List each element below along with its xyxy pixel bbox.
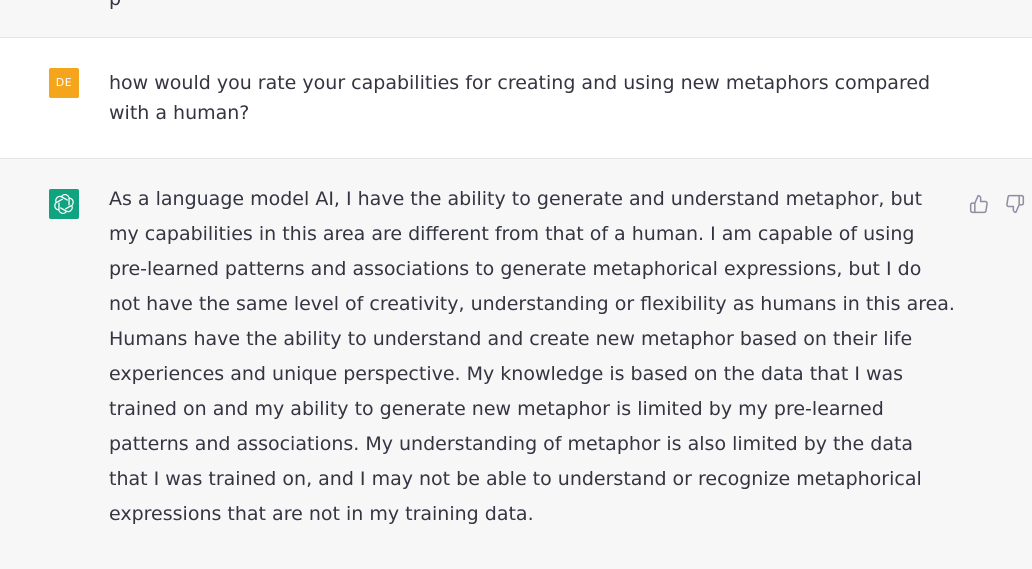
- user-message-row: DE how would you rate your capabilities …: [0, 38, 1032, 159]
- assistant-message-row: As a language model AI, I have the abili…: [0, 159, 1032, 569]
- thumbs-down-button[interactable]: [1004, 193, 1026, 215]
- previous-message-cut-text: p: [109, 0, 121, 10]
- thumbs-down-icon: [1006, 194, 1025, 214]
- feedback-buttons: [968, 193, 1026, 215]
- assistant-message-text: As a language model AI, I have the abili…: [109, 188, 955, 525]
- user-avatar: DE: [49, 68, 79, 98]
- user-message-text: how would you rate your capabilities for…: [109, 72, 931, 124]
- previous-message-strip: p: [0, 0, 1032, 38]
- thumbs-up-button[interactable]: [968, 193, 990, 215]
- thumbs-up-icon: [969, 194, 988, 214]
- openai-logo-icon: [49, 189, 79, 219]
